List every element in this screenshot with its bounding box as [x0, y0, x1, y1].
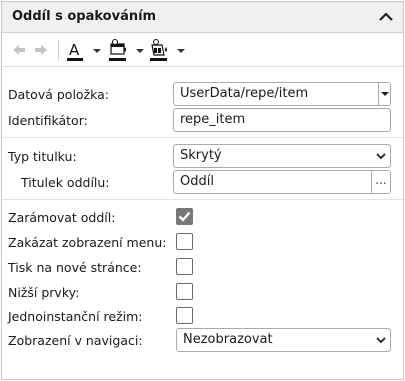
dropdown-arrow-icon[interactable]	[378, 83, 390, 105]
toolbar: A	[2, 33, 403, 67]
chevron-down-icon	[376, 153, 386, 160]
chevron-down-icon	[136, 49, 144, 53]
font-color-icon: A	[67, 41, 83, 61]
redo-button[interactable]	[32, 33, 50, 67]
section-divider	[2, 137, 403, 138]
title-type-label: Typ titulku:	[8, 149, 77, 164]
chevron-up-icon	[379, 12, 393, 21]
data-item-label: Datová položka:	[8, 87, 110, 102]
collapse-button[interactable]	[375, 6, 397, 28]
undo-button[interactable]	[10, 33, 28, 67]
nav-display-value: Nezobrazovat	[183, 332, 273, 347]
lower-items-checkbox[interactable]	[176, 283, 193, 300]
section-divider	[2, 199, 403, 200]
undo-icon	[13, 45, 25, 55]
chevron-down-icon	[376, 337, 386, 344]
title-type-select[interactable]: Skrytý	[173, 144, 391, 168]
ellipsis-button[interactable]: ...	[371, 171, 390, 193]
font-color-button[interactable]: A	[65, 33, 101, 67]
properties-panel: Oddíl s opakováním A Datová položka: Use…	[1, 1, 404, 380]
section-title-input[interactable]: Oddíl ...	[173, 170, 391, 194]
toolbar-separator	[58, 40, 59, 60]
print-new-page-label: Tisk na nové stránce:	[8, 260, 142, 275]
checkmark-icon	[178, 211, 191, 222]
nav-display-label: Zobrazení v navigaci:	[8, 333, 143, 348]
disable-menu-checkbox[interactable]	[176, 233, 193, 250]
identifier-label: Identifikátor:	[8, 113, 88, 128]
background-color-icon	[109, 39, 126, 61]
chevron-down-icon	[177, 49, 185, 53]
fill-color-button[interactable]	[147, 33, 185, 67]
background-color-button[interactable]	[106, 33, 144, 67]
data-item-value: UserData/repe/item	[180, 86, 309, 101]
print-new-page-checkbox[interactable]	[176, 258, 193, 275]
frame-section-checkbox[interactable]	[176, 208, 193, 225]
title-type-value: Skrytý	[180, 148, 222, 163]
nav-display-select[interactable]: Nezobrazovat	[176, 328, 391, 352]
panel-header: Oddíl s opakováním	[2, 2, 403, 33]
single-instance-label: Jednoinstanční režim:	[8, 309, 143, 324]
single-instance-checkbox[interactable]	[176, 307, 193, 324]
fill-color-icon	[150, 39, 167, 61]
disable-menu-label: Zakázat zobrazení menu:	[8, 235, 167, 250]
frame-section-label: Zarámovat oddíl:	[8, 210, 116, 225]
chevron-down-icon	[93, 49, 101, 53]
panel-title: Oddíl s opakováním	[12, 9, 157, 24]
lower-items-label: Nižší prvky:	[8, 285, 80, 300]
section-title-label: Titulek oddílu:	[21, 175, 110, 190]
section-title-value: Oddíl	[180, 174, 214, 189]
identifier-input[interactable]: repe_item	[173, 108, 391, 132]
identifier-value: repe_item	[180, 112, 246, 127]
svg-text:A: A	[69, 41, 80, 59]
redo-icon	[35, 45, 47, 55]
data-item-combobox[interactable]: UserData/repe/item	[173, 82, 391, 106]
